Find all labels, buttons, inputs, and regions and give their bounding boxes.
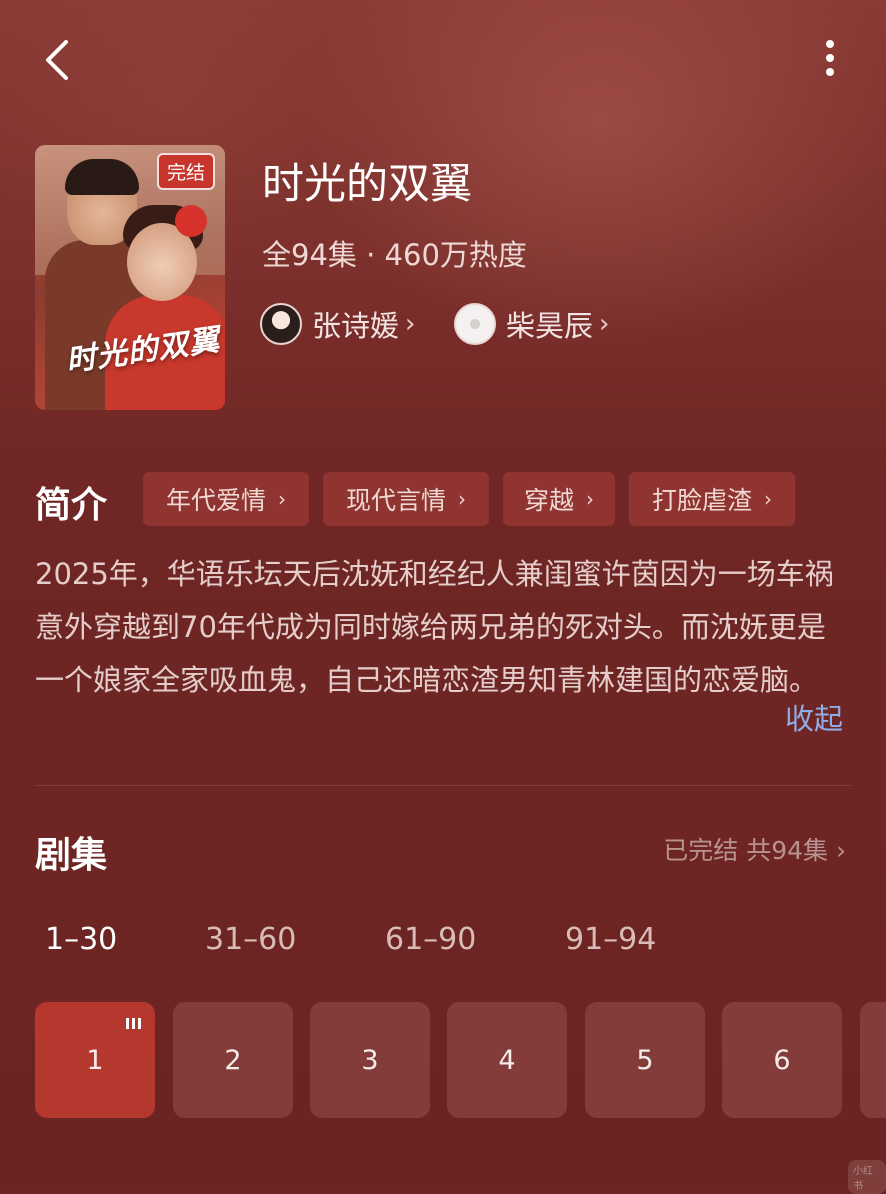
description-text: 2025年，华语乐坛天后沈妩和经纪人兼闺蜜许茵因为一场车祸意外穿越到70年代成为… bbox=[35, 557, 834, 697]
poster-figure bbox=[65, 159, 139, 195]
chevron-right-icon: › bbox=[599, 309, 610, 339]
cast-item[interactable]: 柴昊辰 › bbox=[454, 302, 609, 346]
range-tab[interactable]: 1–30 bbox=[45, 922, 117, 957]
episode-number: 2 bbox=[224, 1044, 242, 1076]
drama-poster[interactable]: 时光的双翼 完结 bbox=[35, 145, 225, 410]
divider bbox=[35, 785, 851, 786]
top-bar bbox=[0, 0, 886, 120]
tag-chip[interactable]: 穿越 › bbox=[503, 472, 615, 526]
chevron-right-icon: › bbox=[764, 487, 772, 511]
tag-label: 穿越 bbox=[523, 486, 574, 515]
episode-number: 5 bbox=[636, 1044, 654, 1076]
cast-name: 张诗媛 bbox=[312, 309, 400, 343]
episode-number: 3 bbox=[361, 1044, 379, 1076]
collapse-link[interactable]: 收起 bbox=[785, 696, 843, 738]
range-tab[interactable]: 91–94 bbox=[565, 922, 656, 957]
cast-item[interactable]: 张诗媛 › bbox=[260, 302, 415, 346]
tag-chip[interactable]: 年代爱情 › bbox=[143, 472, 309, 526]
chevron-right-icon: › bbox=[586, 487, 594, 511]
episode-button[interactable]: 5 bbox=[585, 1002, 705, 1118]
avatar bbox=[454, 303, 496, 345]
episode-button[interactable]: 3 bbox=[310, 1002, 430, 1118]
drama-title: 时光的双翼 bbox=[262, 159, 473, 208]
range-tab[interactable]: 31–60 bbox=[205, 922, 296, 957]
episode-number: 6 bbox=[773, 1044, 791, 1076]
tag-chip[interactable]: 现代言情 › bbox=[323, 472, 489, 526]
cast-name: 柴昊辰 bbox=[506, 309, 594, 343]
intro-label: 简介 bbox=[35, 485, 108, 526]
chevron-right-icon: › bbox=[405, 309, 416, 339]
drama-meta: 全94集 · 460万热度 bbox=[262, 238, 527, 272]
episode-number: 1 bbox=[86, 1044, 104, 1076]
status-badge: 完结 bbox=[156, 153, 215, 190]
episodes-label: 剧集 bbox=[35, 835, 108, 876]
avatar bbox=[260, 303, 302, 345]
episode-button[interactable]: 4 bbox=[447, 1002, 567, 1118]
poster-flower bbox=[175, 205, 207, 237]
tag-label: 年代爱情 bbox=[165, 486, 266, 515]
tag-label: 打脸虐渣 bbox=[651, 486, 752, 515]
chevron-right-icon: › bbox=[458, 487, 466, 511]
back-button[interactable] bbox=[38, 36, 82, 84]
playing-indicator-icon bbox=[126, 1018, 141, 1029]
tag-label: 现代言情 bbox=[345, 486, 446, 515]
vertical-dots-icon bbox=[810, 40, 850, 76]
tag-chip[interactable]: 打脸虐渣 › bbox=[629, 472, 795, 526]
episode-number: 4 bbox=[498, 1044, 516, 1076]
chevron-right-icon: › bbox=[278, 487, 286, 511]
watermark: 小红书 bbox=[848, 1160, 886, 1194]
episode-button[interactable]: 6 bbox=[722, 1002, 842, 1118]
episode-button[interactable]: 2 bbox=[173, 1002, 293, 1118]
chevron-left-icon bbox=[46, 40, 68, 80]
episode-button[interactable]: 1 bbox=[35, 1002, 155, 1118]
more-button[interactable] bbox=[810, 36, 850, 84]
episodes-status-link[interactable]: 已完结 共94集 › bbox=[663, 831, 846, 867]
range-tab[interactable]: 61–90 bbox=[385, 922, 476, 957]
episode-button-partial[interactable] bbox=[860, 1002, 886, 1118]
